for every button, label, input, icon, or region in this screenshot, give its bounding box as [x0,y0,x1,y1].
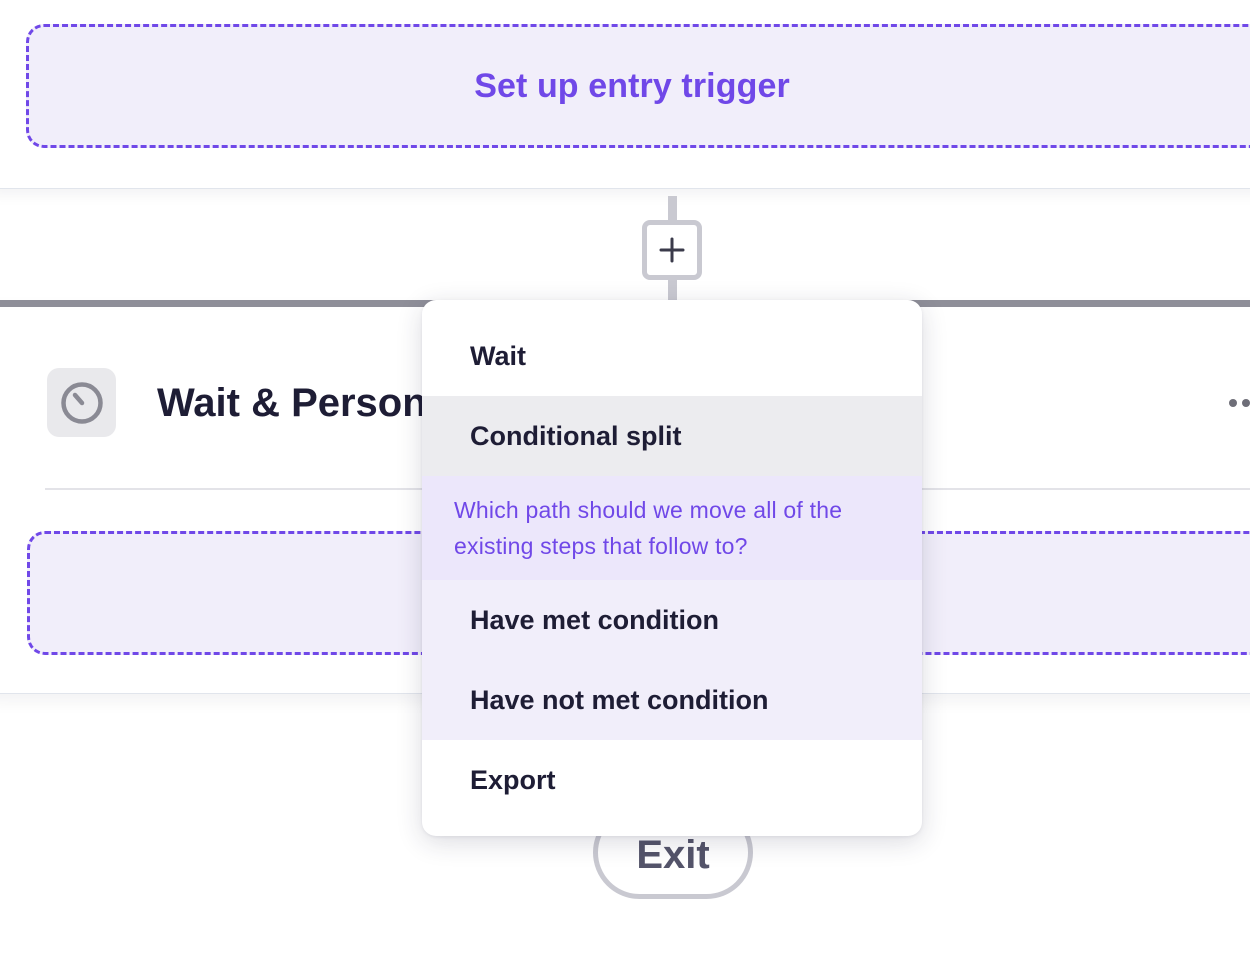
menu-item-have-met-condition[interactable]: Have met condition [422,580,922,660]
split-path-prompt: Which path should we move all of the exi… [422,476,922,580]
menu-item-label: Export [470,764,556,795]
add-step-button[interactable] [642,220,702,280]
clock-icon [60,381,103,424]
exit-label: Exit [636,833,710,877]
menu-item-have-not-met-condition[interactable]: Have not met condition [422,660,922,740]
more-dot [1229,399,1237,407]
menu-item-wait[interactable]: Wait [422,316,922,396]
entry-trigger-label: Set up entry trigger [474,66,790,105]
more-dot [1242,399,1250,407]
entry-trigger-dropzone[interactable]: Set up entry trigger [26,24,1250,148]
menu-item-label: Conditional split [470,420,682,451]
menu-item-label: Wait [470,340,526,371]
journey-canvas: Set up entry trigger Wait & Person Exit [0,0,1250,962]
step-icon-container [47,368,116,437]
connector-line-bottom [668,278,677,302]
more-horizontal-icon[interactable] [1229,399,1250,407]
menu-item-export[interactable]: Export [422,740,922,820]
add-step-menu: Wait Conditional split Which path should… [422,300,922,836]
connector-line-top [668,196,677,222]
menu-item-label: Have not met condition [470,684,769,715]
menu-item-conditional-split[interactable]: Conditional split [422,396,922,476]
step-title: Wait & Person [157,381,427,425]
plus-icon [659,237,685,263]
menu-item-label: Have met condition [470,604,720,635]
